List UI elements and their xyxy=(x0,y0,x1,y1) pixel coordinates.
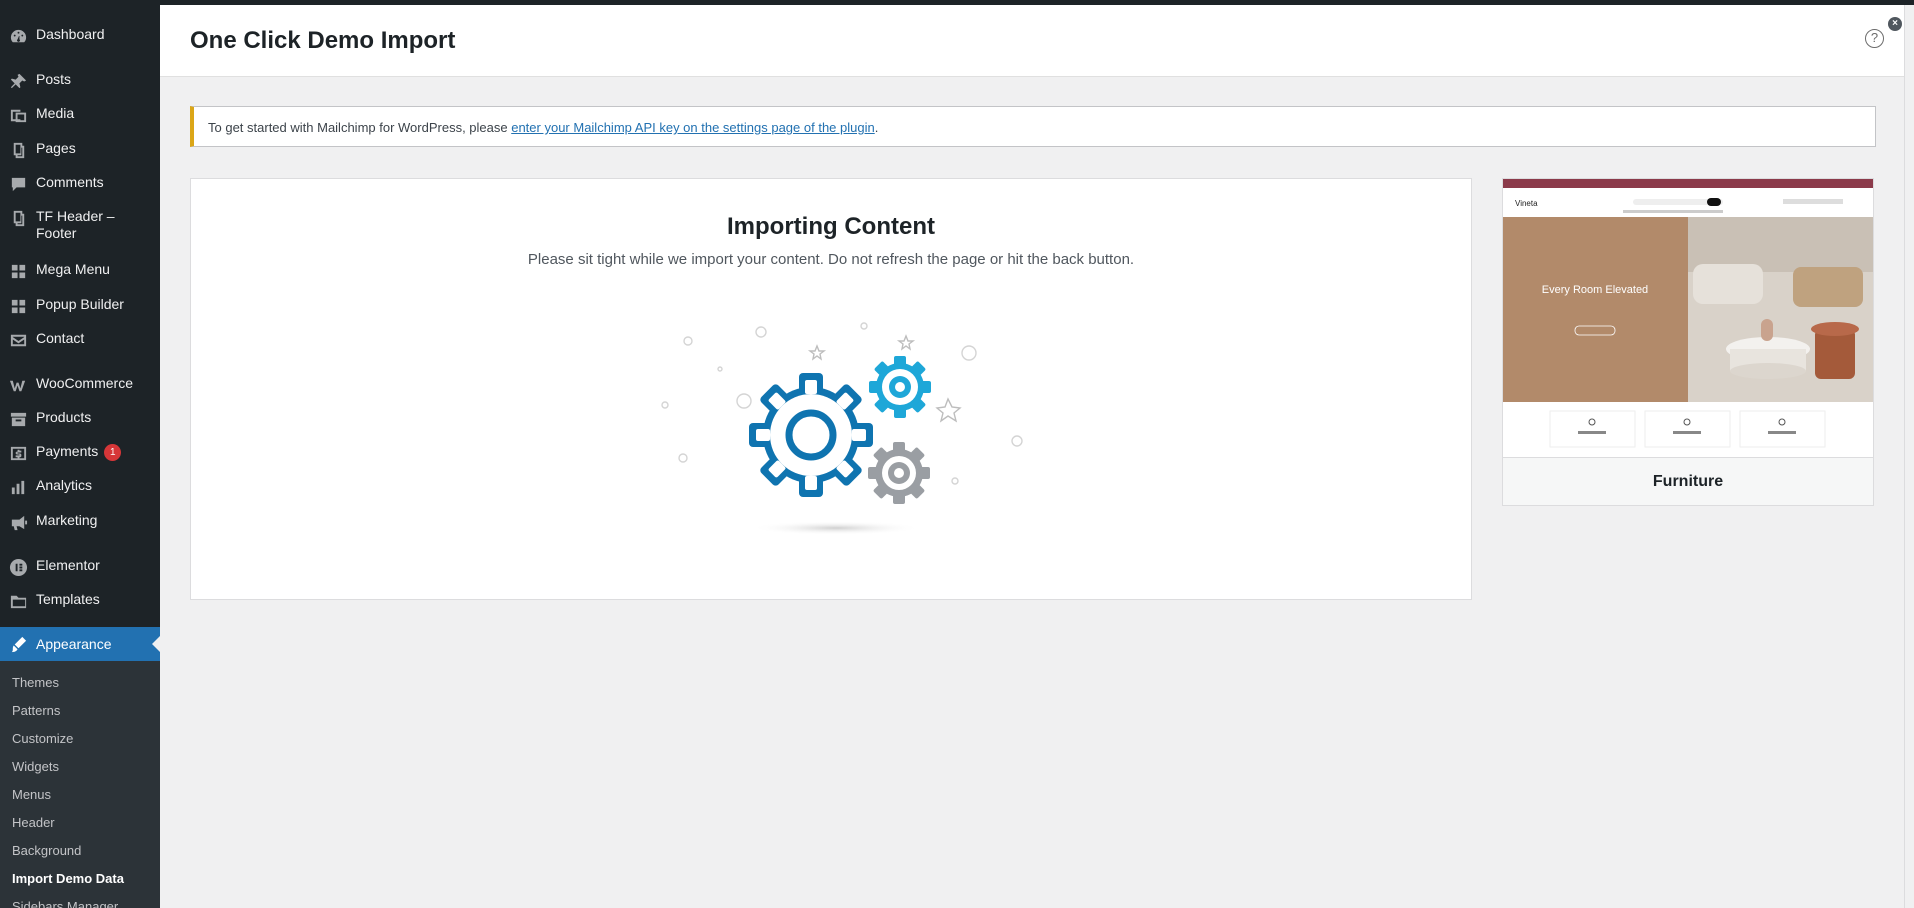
sidebar-item-label: Pages xyxy=(36,140,76,156)
importing-subtitle: Please sit tight while we import your co… xyxy=(527,251,1135,268)
megaphone-icon xyxy=(0,512,36,532)
demo-screenshot: Vineta Every Room Elevated xyxy=(1503,179,1873,448)
gears-illustration xyxy=(661,322,1023,535)
gears-shadow xyxy=(751,521,921,535)
sidebar-item-elementor[interactable]: Elementor xyxy=(0,557,160,577)
appearance-submenu: Themes Patterns Customize Widgets Menus … xyxy=(0,661,160,908)
sidebar-item-label: Appearance xyxy=(36,635,112,652)
large-gear-icon xyxy=(749,373,873,497)
submenu-item-widgets[interactable]: Widgets xyxy=(12,759,59,774)
sidebar-item-label: Posts xyxy=(36,71,72,87)
folder-icon xyxy=(0,591,36,611)
sidebar-item-label: Media xyxy=(36,105,75,121)
submenu-item-themes[interactable]: Themes xyxy=(12,675,59,690)
submenu-item-sidebars-manager[interactable]: Sidebars Manager xyxy=(12,899,118,908)
close-icon[interactable]: × xyxy=(1888,17,1902,31)
sidebar-item-label: Dashboard xyxy=(36,26,105,42)
archive-icon xyxy=(0,409,36,429)
submenu-item-background[interactable]: Background xyxy=(12,843,81,858)
elementor-icon xyxy=(0,557,36,577)
sidebar-item-label: Payments 1 xyxy=(36,443,122,461)
page-title: One Click Demo Import xyxy=(190,27,456,54)
notice-text: To get started with Mailchimp for WordPr… xyxy=(208,120,512,135)
sidebar-item-contact[interactable]: Contact xyxy=(0,330,160,350)
sidebar-item-popup-builder[interactable]: Popup Builder xyxy=(0,296,160,316)
mailchimp-notice: To get started with Mailchimp for WordPr… xyxy=(190,106,1876,147)
mail-icon xyxy=(0,330,36,350)
pages-icon xyxy=(0,208,36,228)
sidebar-item-templates[interactable]: Templates xyxy=(0,591,160,611)
brush-icon xyxy=(0,634,36,654)
submenu-item-import-demo-data[interactable]: Import Demo Data xyxy=(12,871,124,886)
sidebar-item-marketing[interactable]: Marketing xyxy=(0,512,160,532)
sidebar-item-label: Mega Menu xyxy=(36,261,110,277)
sidebar-item-comments[interactable]: Comments xyxy=(0,174,160,194)
importing-title: Importing Content xyxy=(727,213,935,240)
sidebar-item-label: Comments xyxy=(36,174,104,190)
sidebar-item-label: Popup Builder xyxy=(36,296,124,312)
sidebar-item-dashboard[interactable]: Dashboard xyxy=(0,26,160,46)
demo-name: Furniture xyxy=(1503,457,1873,505)
label-line-2: Footer xyxy=(36,225,77,241)
main-content: One Click Demo Import ? × To get started… xyxy=(160,5,1904,908)
sidebar-item-label: Templates xyxy=(36,591,100,607)
submenu-item-customize[interactable]: Customize xyxy=(12,731,73,746)
grid-icon xyxy=(0,296,36,316)
pages-icon xyxy=(0,140,36,160)
page-header: One Click Demo Import ? × xyxy=(160,5,1904,77)
sidebar-item-mega-menu[interactable]: Mega Menu xyxy=(0,261,160,281)
dashboard-icon xyxy=(0,26,36,46)
sidebar-item-label: Analytics xyxy=(36,477,93,493)
sidebar-item-woocommerce[interactable]: WooCommerce xyxy=(0,375,160,395)
label-line-1: TF Header – xyxy=(36,208,115,224)
preview-hero-text: Every Room Elevated xyxy=(1542,284,1648,296)
sidebar-item-payments[interactable]: Payments 1 xyxy=(0,443,160,463)
small-blue-gear-icon xyxy=(869,356,931,418)
pin-icon xyxy=(0,71,36,91)
media-icon xyxy=(0,105,36,125)
preview-logo-text: Vineta xyxy=(1515,199,1538,208)
admin-sidebar: Dashboard Posts Media Pages Comments TF … xyxy=(0,0,160,908)
sidebar-item-label: TF Header – Footer xyxy=(36,208,115,242)
sidebar-item-appearance[interactable]: Appearance xyxy=(0,627,160,661)
grid-icon xyxy=(0,261,36,281)
demo-preview-image: Vineta Every Room Elevated xyxy=(1503,179,1873,457)
sidebar-item-analytics[interactable]: Analytics xyxy=(0,477,160,497)
demo-card-furniture[interactable]: Vineta Every Room Elevated Furniture xyxy=(1502,178,1874,506)
sidebar-item-label: Contact xyxy=(36,330,85,346)
bar-chart-icon xyxy=(0,477,36,497)
payments-label: Payments xyxy=(36,443,99,459)
sidebar-item-label: Products xyxy=(36,409,92,425)
sidebar-item-products[interactable]: Products xyxy=(0,409,160,429)
sidebar-item-label: Elementor xyxy=(36,557,100,573)
notice-end: . xyxy=(874,120,879,135)
submenu-item-menus[interactable]: Menus xyxy=(12,787,51,802)
sidebar-item-label: WooCommerce xyxy=(36,375,133,391)
small-gray-gear-icon xyxy=(868,442,930,504)
vertical-scrollbar[interactable] xyxy=(1904,5,1914,908)
active-indicator xyxy=(152,636,160,652)
sidebar-item-media[interactable]: Media xyxy=(0,105,160,125)
submenu-item-patterns[interactable]: Patterns xyxy=(12,703,60,718)
sidebar-item-posts[interactable]: Posts xyxy=(0,71,160,91)
help-icon[interactable]: ? xyxy=(1865,29,1884,48)
dollar-icon xyxy=(0,443,36,463)
importing-panel: Importing Content Please sit tight while… xyxy=(190,178,1472,600)
submenu-item-header[interactable]: Header xyxy=(12,815,55,830)
sidebar-item-label: Marketing xyxy=(36,512,98,528)
sidebar-item-pages[interactable]: Pages xyxy=(0,140,160,160)
woo-icon xyxy=(0,375,36,395)
mailchimp-settings-link[interactable]: enter your Mailchimp API key on the sett… xyxy=(511,120,875,135)
sidebar-item-tf-header-footer[interactable]: TF Header – Footer xyxy=(0,208,160,242)
payments-count-badge: 1 xyxy=(104,444,122,461)
comments-icon xyxy=(0,174,36,194)
